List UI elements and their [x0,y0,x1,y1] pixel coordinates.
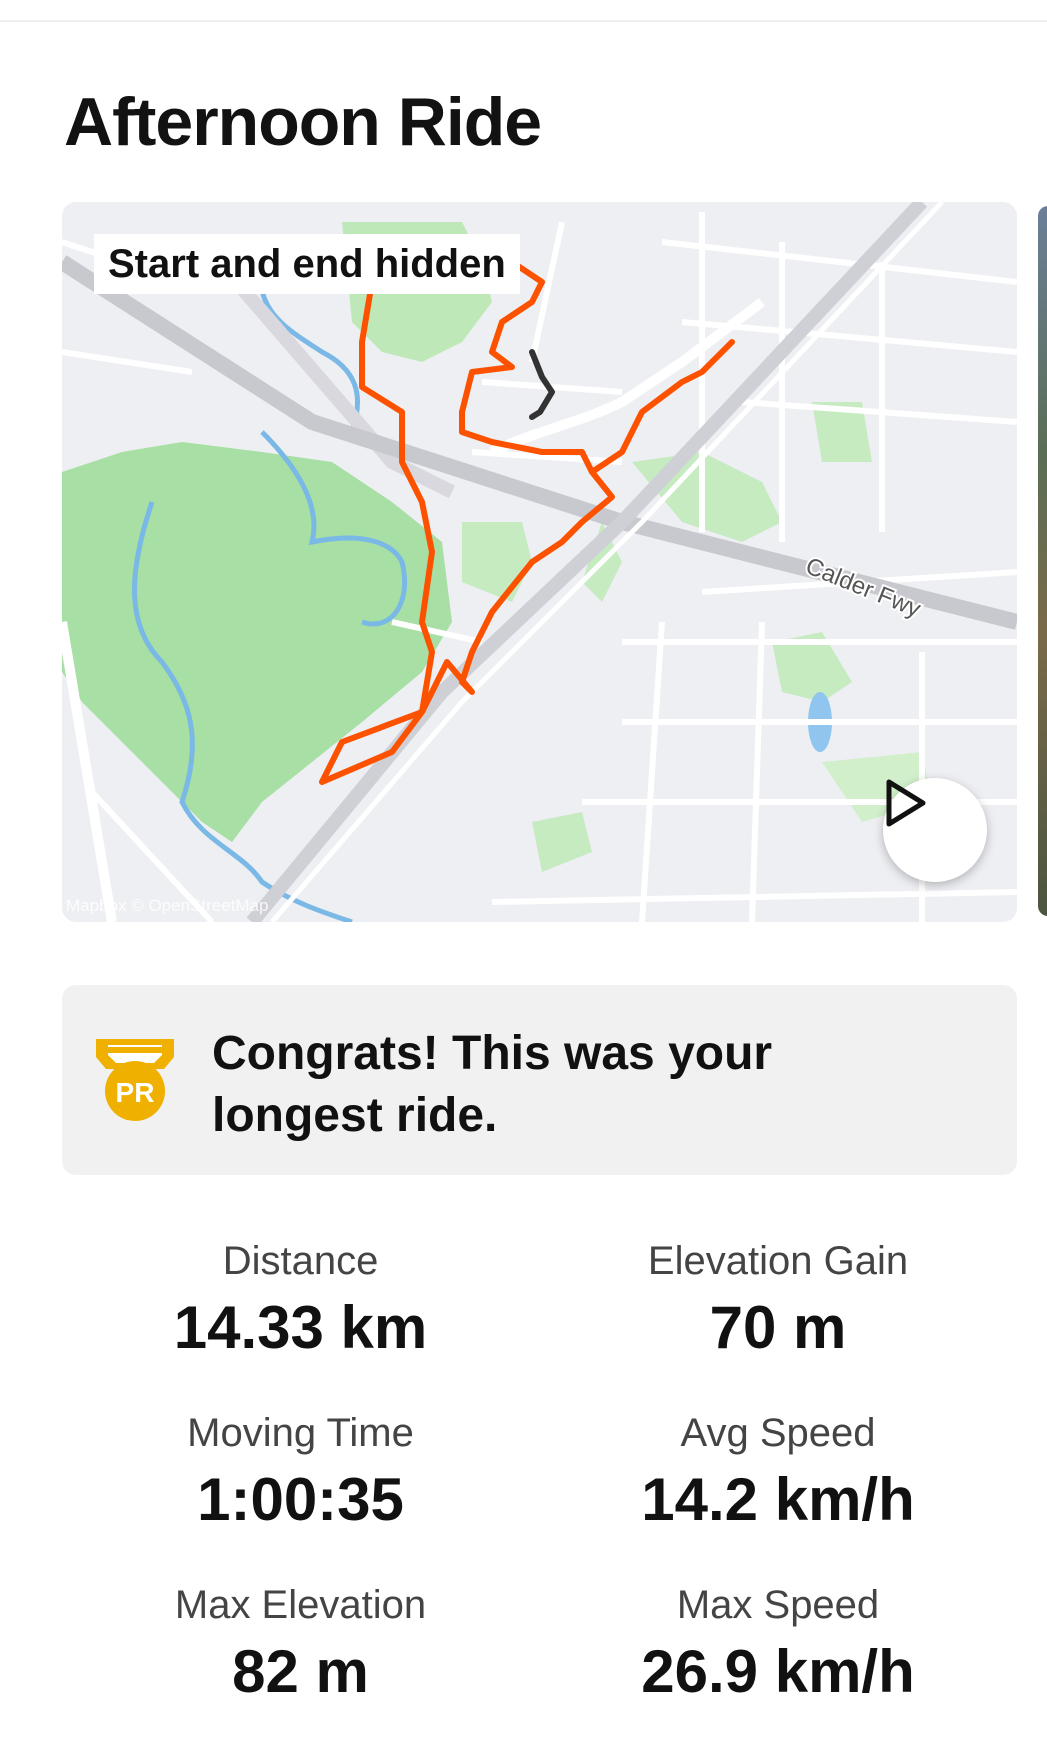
pr-medal-icon: PR [94,1035,176,1130]
next-photo-thumbnail[interactable] [1038,206,1047,916]
map-canvas: Calder Fwy [62,202,1017,922]
activity-title: Afternoon Ride [64,84,542,160]
stat-value: 14.33 km [173,1294,428,1361]
stat-label: Elevation Gain [647,1239,909,1283]
achievement-card: PR Congrats! This was your longest ride. [62,985,1017,1175]
stat-value: 82 m [232,1638,369,1705]
stat-max-elevation: Max Elevation 82 m [62,1582,539,1710]
stat-label: Distance [222,1239,379,1283]
stat-label: Avg Speed [680,1411,876,1455]
stat-distance: Distance 14.33 km [62,1238,539,1366]
stat-label: Max Speed [676,1583,880,1627]
play-flyover-button[interactable] [883,778,987,882]
stat-label: Max Elevation [174,1583,427,1627]
route-map[interactable]: Calder Fwy Start and end hidden Mapbox ©… [62,202,1017,922]
stat-elevation-gain: Elevation Gain 70 m [539,1238,1017,1366]
map-attribution[interactable]: Mapbox © OpenStreetMap [66,896,268,916]
stat-moving-time: Moving Time 1:00:35 [62,1410,539,1538]
privacy-label: Start and end hidden [94,234,520,294]
stat-value: 70 m [709,1294,847,1361]
pr-badge-text: PR [116,1077,155,1108]
stat-value: 1:00:35 [197,1466,404,1533]
stats-grid: Distance 14.33 km Elevation Gain 70 m Mo… [62,1238,1017,1710]
stat-avg-speed: Avg Speed 14.2 km/h [539,1410,1017,1538]
stat-value: 26.9 km/h [641,1638,915,1705]
stat-label: Moving Time [187,1411,414,1455]
stat-max-speed: Max Speed 26.9 km/h [539,1582,1017,1710]
top-divider [0,20,1047,22]
stat-value: 14.2 km/h [641,1466,915,1533]
achievement-message: Congrats! This was your longest ride. [212,1027,773,1142]
